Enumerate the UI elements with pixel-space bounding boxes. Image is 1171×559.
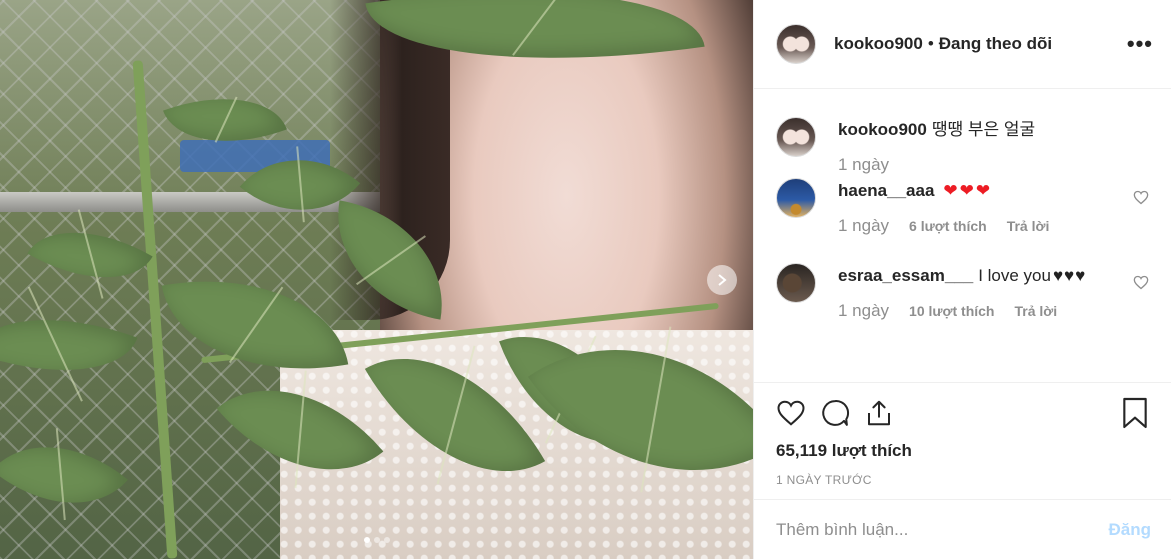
post-timestamp[interactable]: 1 NGÀY TRƯỚC (776, 473, 1149, 487)
comments-list: kookoo900 땡땡 부은 얼굴 1 ngày haena__aaa ❤❤❤ 1… (754, 89, 1171, 382)
reply-button[interactable]: Trả lời (1014, 303, 1057, 319)
like-comment-button[interactable] (1133, 190, 1149, 210)
comment-likes[interactable]: 6 lượt thích (909, 218, 987, 234)
carousel-dot (383, 537, 390, 543)
more-icon: ••• (1126, 31, 1153, 56)
comment-icon (822, 400, 849, 426)
commenter-avatar[interactable] (776, 178, 816, 218)
comment-meta: 1 ngày 6 lượt thích Trả lời (838, 216, 1149, 236)
next-photo-button[interactable] (707, 265, 737, 295)
comment-item: haena__aaa ❤❤❤ 1 ngày 6 lượt thích Trả lờ… (776, 178, 1149, 236)
post-comment-button[interactable]: Đăng (1109, 520, 1152, 540)
instagram-post-modal: kookoo900 • Đang theo dõi ••• kookoo900 땡… (0, 0, 1171, 559)
action-bar (776, 397, 1149, 429)
comment-time[interactable]: 1 ngày (838, 216, 889, 236)
post-header: kookoo900 • Đang theo dõi ••• (754, 0, 1171, 89)
carousel-indicator (0, 537, 753, 543)
carousel-dot (363, 537, 370, 543)
comment-username[interactable]: kookoo900 (838, 120, 927, 139)
comment-button[interactable] (820, 398, 850, 428)
comment-item: esraa_essam___ I love you ♥♥♥ 1 ngày 10 lư… (776, 263, 1149, 321)
save-button[interactable] (1121, 397, 1149, 429)
more-options-button[interactable]: ••• (1127, 33, 1153, 55)
carousel-dot (373, 537, 380, 543)
like-button[interactable] (776, 399, 806, 427)
header-separator: • (927, 34, 934, 53)
comment-text: haena__aaa ❤❤❤ (838, 178, 1149, 202)
caption: kookoo900 땡땡 부은 얼굴 1 ngày (776, 117, 1149, 178)
comment-username[interactable]: esraa_essam___ (838, 266, 973, 285)
comment-text: esraa_essam___ I love you ♥♥♥ (838, 263, 1149, 287)
comment-likes[interactable]: 10 lượt thích (909, 303, 994, 319)
comment-meta: 1 ngày 10 lượt thích Trả lời (838, 301, 1149, 321)
author-username[interactable]: kookoo900 (834, 34, 923, 54)
share-button[interactable] (864, 398, 894, 428)
post-sidebar: kookoo900 • Đang theo dõi ••• kookoo900 땡… (753, 0, 1171, 559)
reply-button[interactable]: Trả lời (1007, 218, 1050, 234)
comment-username[interactable]: haena__aaa (838, 181, 934, 200)
comment-body: I love you (978, 266, 1051, 285)
heart-icon (1133, 190, 1149, 205)
like-comment-button[interactable] (1133, 275, 1149, 295)
following-button[interactable]: Đang theo dõi (939, 34, 1052, 54)
comment-input[interactable] (776, 519, 1109, 540)
comment-composer: Đăng (754, 499, 1171, 559)
share-icon (868, 400, 890, 426)
comment-meta: 1 ngày (838, 155, 1149, 175)
heart-emoji: ❤❤❤ (943, 181, 993, 200)
comment-time[interactable]: 1 ngày (838, 301, 889, 321)
heart-icon (777, 400, 805, 426)
author-avatar[interactable] (776, 117, 816, 157)
author-avatar[interactable] (776, 24, 816, 64)
bookmark-icon (1123, 397, 1147, 429)
black-heart-emoji: ♥♥♥ (1052, 266, 1087, 285)
post-photo[interactable] (0, 0, 753, 559)
comment-body: 땡땡 부은 얼굴 (931, 120, 1036, 139)
chevron-right-icon (718, 274, 727, 286)
like-count[interactable]: 65,119 lượt thích (776, 441, 1149, 461)
comment-time[interactable]: 1 ngày (838, 155, 889, 175)
caption-text: kookoo900 땡땡 부은 얼굴 (838, 117, 1149, 141)
heart-icon (1133, 275, 1149, 290)
post-actions: 65,119 lượt thích 1 NGÀY TRƯỚC (754, 382, 1171, 499)
commenter-avatar[interactable] (776, 263, 816, 303)
